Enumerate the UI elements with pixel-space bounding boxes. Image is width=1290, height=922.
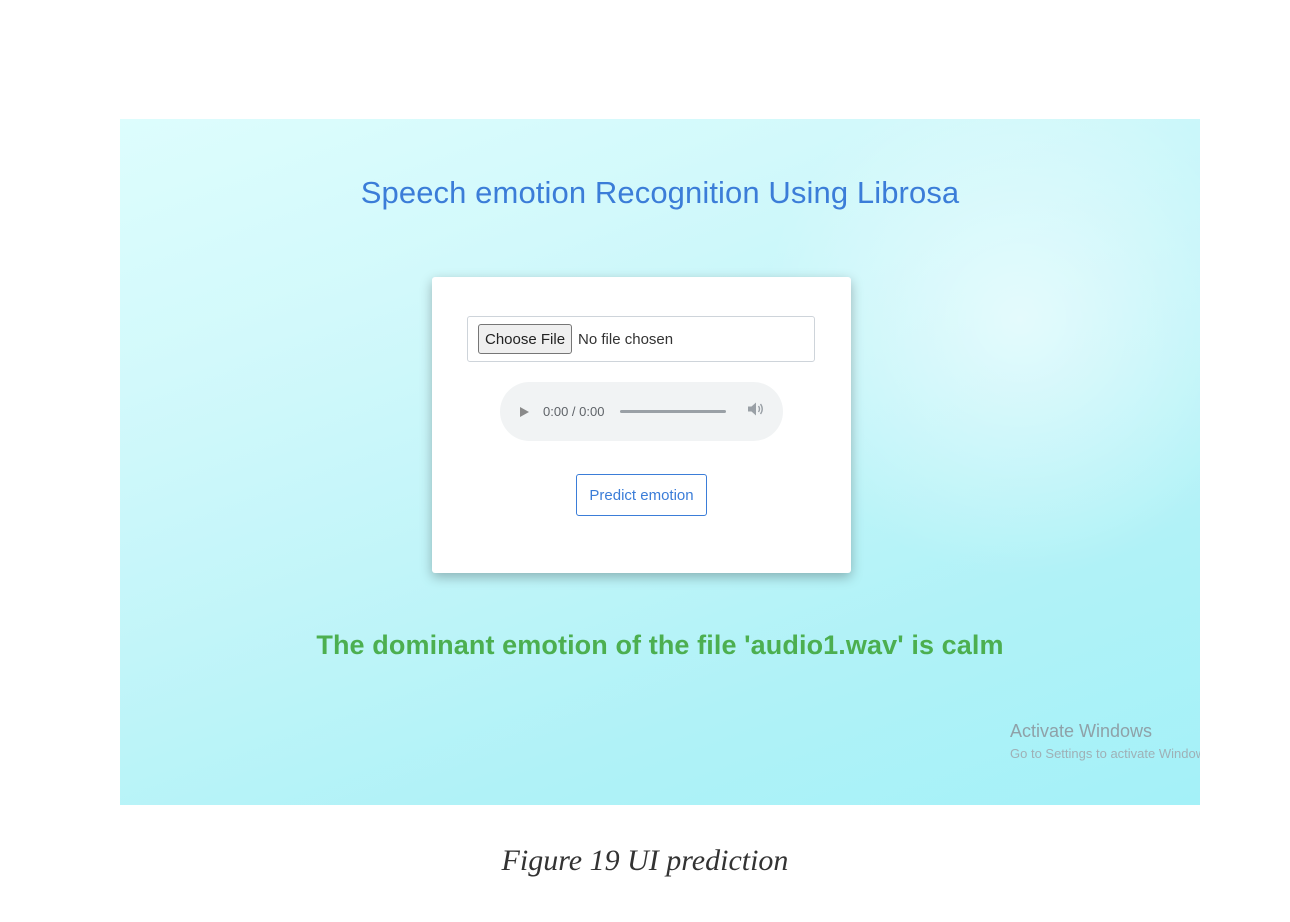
upload-card: Choose File No file chosen 0:00 / 0:00 P… <box>432 277 851 573</box>
watermark-title: Activate Windows <box>1010 721 1153 741</box>
activate-windows-watermark: Activate Windows Go to Settings to activ… <box>1010 721 1200 761</box>
figure-caption: Figure 19 UI prediction <box>501 844 789 877</box>
choose-file-button[interactable]: Choose File <box>478 324 573 354</box>
app-screenshot: Speech emotion Recognition Using Librosa… <box>120 119 1200 805</box>
play-icon[interactable] <box>520 406 529 417</box>
file-input[interactable]: Choose File No file chosen <box>467 316 815 362</box>
audio-time-display: 0:00 / 0:00 <box>543 404 605 419</box>
predict-emotion-button[interactable]: Predict emotion <box>576 474 707 516</box>
watermark-subtitle: Go to Settings to activate Windows. <box>1010 746 1200 761</box>
file-status-text: No file chosen <box>578 330 674 348</box>
audio-progress-bar[interactable] <box>620 410 727 413</box>
page-title: Speech emotion Recognition Using Librosa <box>360 175 960 210</box>
prediction-result: The dominant emotion of the file 'audio1… <box>316 630 1004 660</box>
volume-icon[interactable] <box>747 401 765 422</box>
audio-player[interactable]: 0:00 / 0:00 <box>500 382 783 441</box>
